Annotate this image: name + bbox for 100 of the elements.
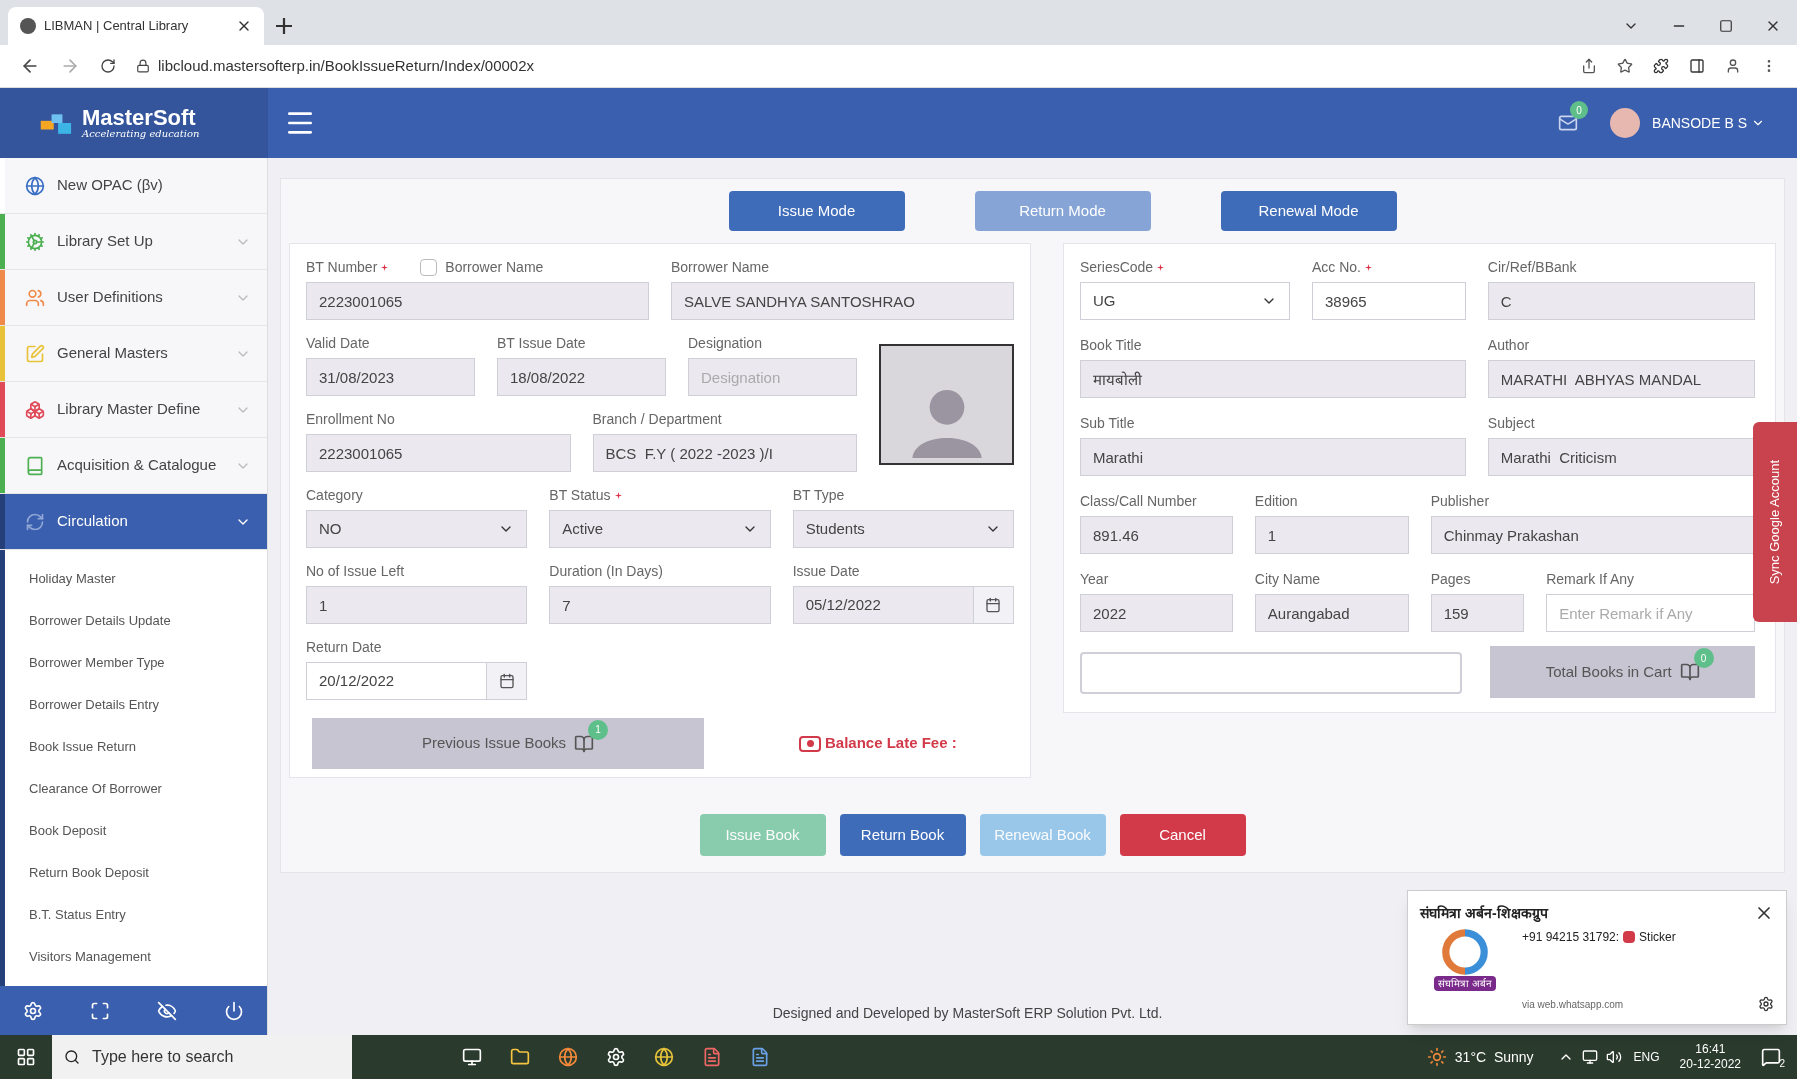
input-field[interactable]: 18/08/2022 — [497, 358, 666, 396]
submenu-item[interactable]: Borrower Details Update — [5, 600, 267, 642]
extensions-icon[interactable] — [1653, 58, 1669, 74]
sidebar-item[interactable]: Acquisition & Catalogue — [0, 438, 267, 494]
browser-icon[interactable] — [558, 1047, 578, 1067]
input-field[interactable]: 7 — [549, 586, 771, 624]
submenu-item[interactable]: Holiday Master — [5, 558, 267, 600]
submenu-item[interactable]: Return Book Deposit — [5, 852, 267, 894]
gears-icon — [25, 231, 45, 252]
sidebar-item[interactable]: General Masters — [0, 326, 267, 382]
input-field[interactable]: मायबोली — [1080, 360, 1466, 398]
field-label: Edition — [1254, 491, 1298, 511]
book-icon — [25, 455, 45, 476]
field-label: Designation — [688, 333, 762, 353]
url-field[interactable]: libcloud.mastersofterp.in/BookIssueReturn/Index/00002x — [136, 54, 1561, 78]
start-icon[interactable] — [16, 1047, 36, 1067]
language-indicator[interactable]: ENG — [1633, 1048, 1660, 1066]
browser-icon[interactable] — [654, 1047, 674, 1067]
profile-icon[interactable] — [1725, 58, 1741, 74]
sidebar-item[interactable]: New OPAC (βv) — [0, 158, 267, 214]
field-label: Pages — [1430, 569, 1471, 589]
field-label: Subject — [1487, 413, 1535, 433]
count-badge: 1 — [588, 719, 609, 740]
logo-text: MasterSoft — [82, 107, 197, 129]
action-button[interactable]: Return Book — [839, 814, 966, 856]
mail-icon[interactable] — [1558, 113, 1579, 133]
submenu-item[interactable]: Borrower Details Entry — [5, 684, 267, 726]
input-field[interactable]: Chinmay Prakashan — [1430, 516, 1755, 554]
taskbar-search-field[interactable]: Type here to search — [52, 1035, 352, 1079]
action-button[interactable]: Cancel — [1119, 814, 1246, 856]
input-field[interactable]: Aurangabad — [1254, 594, 1409, 632]
checkbox[interactable] — [420, 258, 438, 276]
field-label: Return Date — [306, 637, 382, 657]
date-field[interactable]: 20/12/2022 — [306, 662, 488, 700]
dropdown[interactable]: Students — [792, 510, 1014, 548]
reload-icon[interactable] — [100, 58, 116, 74]
dropdown[interactable]: Active — [549, 510, 771, 548]
browser-tab[interactable]: LIBMAN | Central Library — [8, 7, 264, 45]
input-field[interactable]: Marathi — [1080, 438, 1466, 476]
calendar-icon — [985, 597, 1002, 613]
notification-source: via web.whatsapp.com — [1522, 997, 1624, 1012]
mode-button[interactable]: Issue Mode — [728, 191, 905, 231]
eye-off-icon[interactable] — [156, 1000, 177, 1021]
network-icon[interactable] — [1581, 1049, 1598, 1065]
dropdown[interactable]: NO — [306, 510, 528, 548]
sidebar-item[interactable]: Library Master Define — [0, 382, 267, 438]
input-field[interactable]: 2223001065 — [306, 282, 649, 320]
total-books-in-cart-button[interactable]: Total Books in Cart 0 — [1490, 646, 1755, 698]
bookmark-icon[interactable] — [1617, 58, 1633, 74]
input-field[interactable]: 159 — [1430, 594, 1525, 632]
sidebar-item[interactable]: User Definitions — [0, 270, 267, 326]
previous-issue-books-button[interactable]: Previous Issue Books 1 — [312, 718, 704, 769]
document-icon[interactable] — [750, 1047, 770, 1067]
date-field[interactable]: 05/12/2022 — [792, 586, 974, 624]
input-field[interactable]: C — [1487, 282, 1755, 320]
submenu-item[interactable]: Book Issue Return — [5, 726, 267, 768]
field-label: SeriesCode — [1080, 257, 1154, 277]
input-field[interactable]: 2223001065 — [306, 434, 571, 472]
field-label: Issue Date — [792, 561, 860, 581]
input-field[interactable]: 891.46 — [1080, 516, 1233, 554]
task-view-icon[interactable] — [462, 1047, 482, 1067]
input-field[interactable]: 38965 — [1311, 282, 1466, 320]
mode-button[interactable]: Renewal Mode — [1220, 191, 1397, 231]
user-menu[interactable]: BANSODE B S — [1652, 112, 1765, 134]
notifications-icon[interactable] — [1761, 1047, 1781, 1067]
submenu-item[interactable]: B.T. Status Entry — [5, 894, 267, 936]
folder-icon[interactable] — [510, 1047, 530, 1067]
input-field[interactable]: 1 — [1254, 516, 1409, 554]
input-field[interactable]: MARATHI ABHYAS MANDAL — [1487, 360, 1755, 398]
clock[interactable]: 16:41 20-12-2022 — [1679, 1042, 1741, 1072]
sync-google-account-tab[interactable]: Sync Google Account — [1753, 422, 1797, 622]
power-icon[interactable] — [223, 1000, 244, 1021]
field-label: BT Type — [792, 485, 845, 505]
input-field[interactable]: 31/08/2023 — [306, 358, 475, 396]
submenu-item[interactable]: Visitors Management — [5, 936, 267, 978]
input-field[interactable]: BCS F.Y ( 2022 -2023 )/I — [592, 434, 857, 472]
submenu-item[interactable]: Borrower Member Type — [5, 642, 267, 684]
input-field[interactable]: Marathi Criticism — [1487, 438, 1755, 476]
settings-icon[interactable] — [23, 1000, 44, 1021]
sidebar-item[interactable]: Circulation — [0, 494, 267, 550]
submenu-item[interactable]: Clearance Of Borrower — [5, 768, 267, 810]
restore-icon[interactable] — [1719, 19, 1733, 33]
input-field[interactable]: 2022 — [1080, 594, 1233, 632]
input-field[interactable]: 1 — [306, 586, 528, 624]
volume-icon[interactable] — [1605, 1049, 1622, 1065]
share-icon[interactable] — [1581, 58, 1597, 74]
input-field[interactable]: Designation — [688, 358, 857, 396]
calendar-button[interactable] — [487, 662, 528, 700]
input-field[interactable]: Enter Remark if Any — [1546, 594, 1755, 632]
fullscreen-icon[interactable] — [90, 1000, 111, 1021]
notification-count: 2 — [1779, 1057, 1785, 1071]
submenu-item[interactable]: Book Deposit — [5, 810, 267, 852]
sidebar-item[interactable]: Library Set Up — [0, 214, 267, 270]
input-field[interactable]: SALVE SANDHYA SANTOSHRAO — [671, 282, 1014, 320]
calendar-button[interactable] — [974, 586, 1014, 624]
input-field[interactable] — [1080, 652, 1463, 694]
settings-icon[interactable] — [1758, 996, 1774, 1012]
side-panel-icon[interactable] — [1689, 58, 1705, 74]
dropdown[interactable]: UG — [1080, 282, 1290, 320]
app-icon[interactable] — [702, 1047, 722, 1067]
